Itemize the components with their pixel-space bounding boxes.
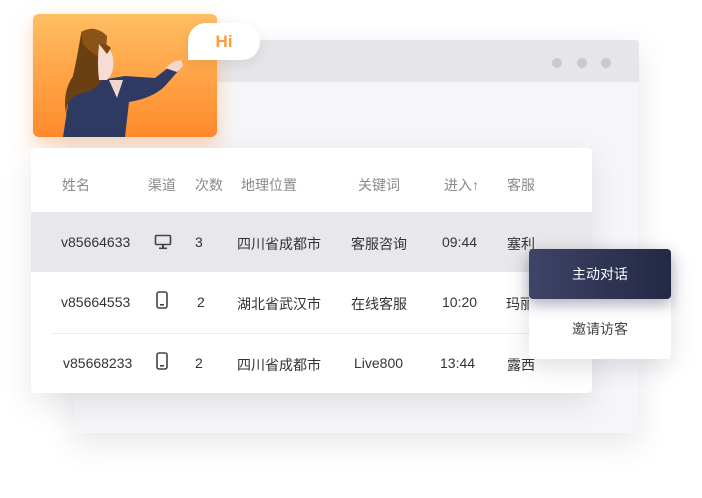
entry-time: 09:44 xyxy=(442,234,478,250)
search-keyword: Live800 xyxy=(354,355,404,371)
header-location[interactable]: 地理位置 xyxy=(241,175,297,195)
table-row[interactable]: v85664633 3 四川省成都市 客服咨询 09:44 塞利 xyxy=(31,212,592,272)
window-dot-icon xyxy=(601,58,611,68)
visitor-location: 四川省成都市 xyxy=(237,357,321,373)
table-row[interactable]: v85668233 2 四川省成都市 Live800 13:44 露西 xyxy=(31,333,592,393)
entry-time: 10:20 xyxy=(442,294,478,310)
visitor-action-menu: 主动对话 邀请访客 xyxy=(529,249,671,359)
search-keyword: 在线客服 xyxy=(351,296,407,312)
visit-count: 2 xyxy=(195,355,203,371)
desktop-icon xyxy=(154,234,172,250)
visitor-location: 四川省成都市 xyxy=(237,236,321,252)
header-entry-time[interactable]: 进入↑ xyxy=(444,175,479,195)
visitor-id: v85668233 xyxy=(63,355,133,371)
mobile-icon xyxy=(156,352,168,370)
header-agent[interactable]: 客服 xyxy=(507,175,535,195)
invite-visitor-button[interactable]: 邀请访客 xyxy=(529,304,671,354)
header-keyword[interactable]: 关键词 xyxy=(358,175,400,195)
visitor-id: v85664633 xyxy=(61,234,131,250)
visit-count: 3 xyxy=(195,234,203,250)
visitor-id: v85664553 xyxy=(61,294,131,310)
search-keyword: 客服咨询 xyxy=(351,236,407,252)
visit-count: 2 xyxy=(197,294,205,310)
header-name[interactable]: 姓名 xyxy=(62,175,90,195)
start-chat-button[interactable]: 主动对话 xyxy=(529,249,671,299)
mobile-icon xyxy=(156,291,168,309)
visitor-table: 姓名 渠道 次数 地理位置 关键词 进入↑ 客服 v85664633 3 四川省… xyxy=(31,148,592,393)
header-visits[interactable]: 次数 xyxy=(195,175,223,195)
entry-time: 13:44 xyxy=(440,355,476,371)
window-dot-icon xyxy=(577,58,587,68)
header-channel[interactable]: 渠道 xyxy=(148,175,176,195)
greeting-bubble: Hi xyxy=(188,23,260,60)
window-dot-icon xyxy=(552,58,562,68)
table-row[interactable]: v85664553 2 湖北省武汉市 在线客服 10:20 玛丽 xyxy=(31,272,592,332)
visitor-location: 湖北省武汉市 xyxy=(237,296,321,312)
